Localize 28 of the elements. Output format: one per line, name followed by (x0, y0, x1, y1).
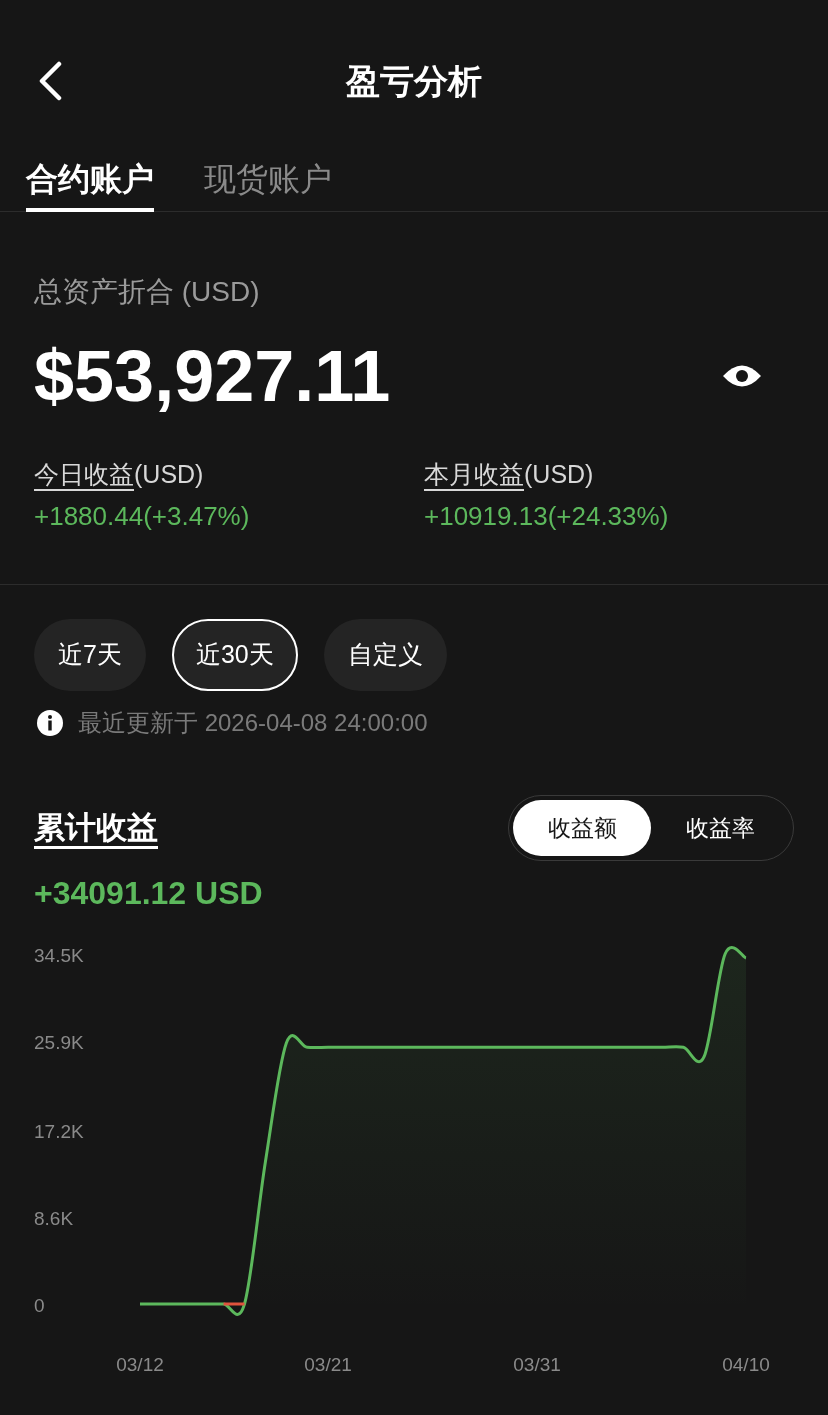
mode-option[interactable]: 收益额 (513, 800, 651, 856)
stat-label: 今日收益(USD) (34, 459, 205, 490)
account-tab[interactable]: 现货账户 (204, 150, 332, 212)
x-tick-label: 04/10 (722, 1354, 770, 1375)
x-tick-label: 03/21 (304, 1354, 352, 1375)
range-chip[interactable]: 近30天 (171, 619, 298, 691)
mode-option[interactable]: 收益率 (651, 800, 789, 856)
stat-label: 本月收益(USD) (424, 459, 595, 490)
update-time: 最近更新于 2026-04-08 24:00:00 (78, 708, 428, 738)
y-tick-label: 34.5K (34, 945, 84, 966)
loss-segment (223, 1302, 245, 1306)
cumulative-total: +34091.12 USD (33, 874, 264, 913)
range-chip[interactable]: 近7天 (34, 619, 146, 691)
stat-value: +10919.13(+24.33%) (424, 500, 670, 533)
y-tick-label: 8.6K (34, 1207, 74, 1229)
y-tick-label: 25.9K (34, 1032, 84, 1054)
section-title: 累计收益 (34, 808, 158, 847)
assets-label: 总资产折合 (USD) (34, 275, 261, 309)
stat-value: +1880.44(+3.47%) (34, 500, 251, 533)
total-assets: $53,927.11 (34, 336, 391, 416)
info-icon (36, 709, 64, 737)
account-tab[interactable]: 合约账户 (26, 150, 154, 212)
y-tick-label: 17.2K (34, 1120, 84, 1142)
y-tick-label: 0 (34, 1295, 45, 1316)
x-tick-label: 03/12 (116, 1354, 164, 1375)
range-chip[interactable]: 自定义 (323, 619, 447, 691)
x-tick-label: 03/31 (513, 1354, 561, 1375)
page-title: 盈亏分析 (346, 61, 482, 102)
